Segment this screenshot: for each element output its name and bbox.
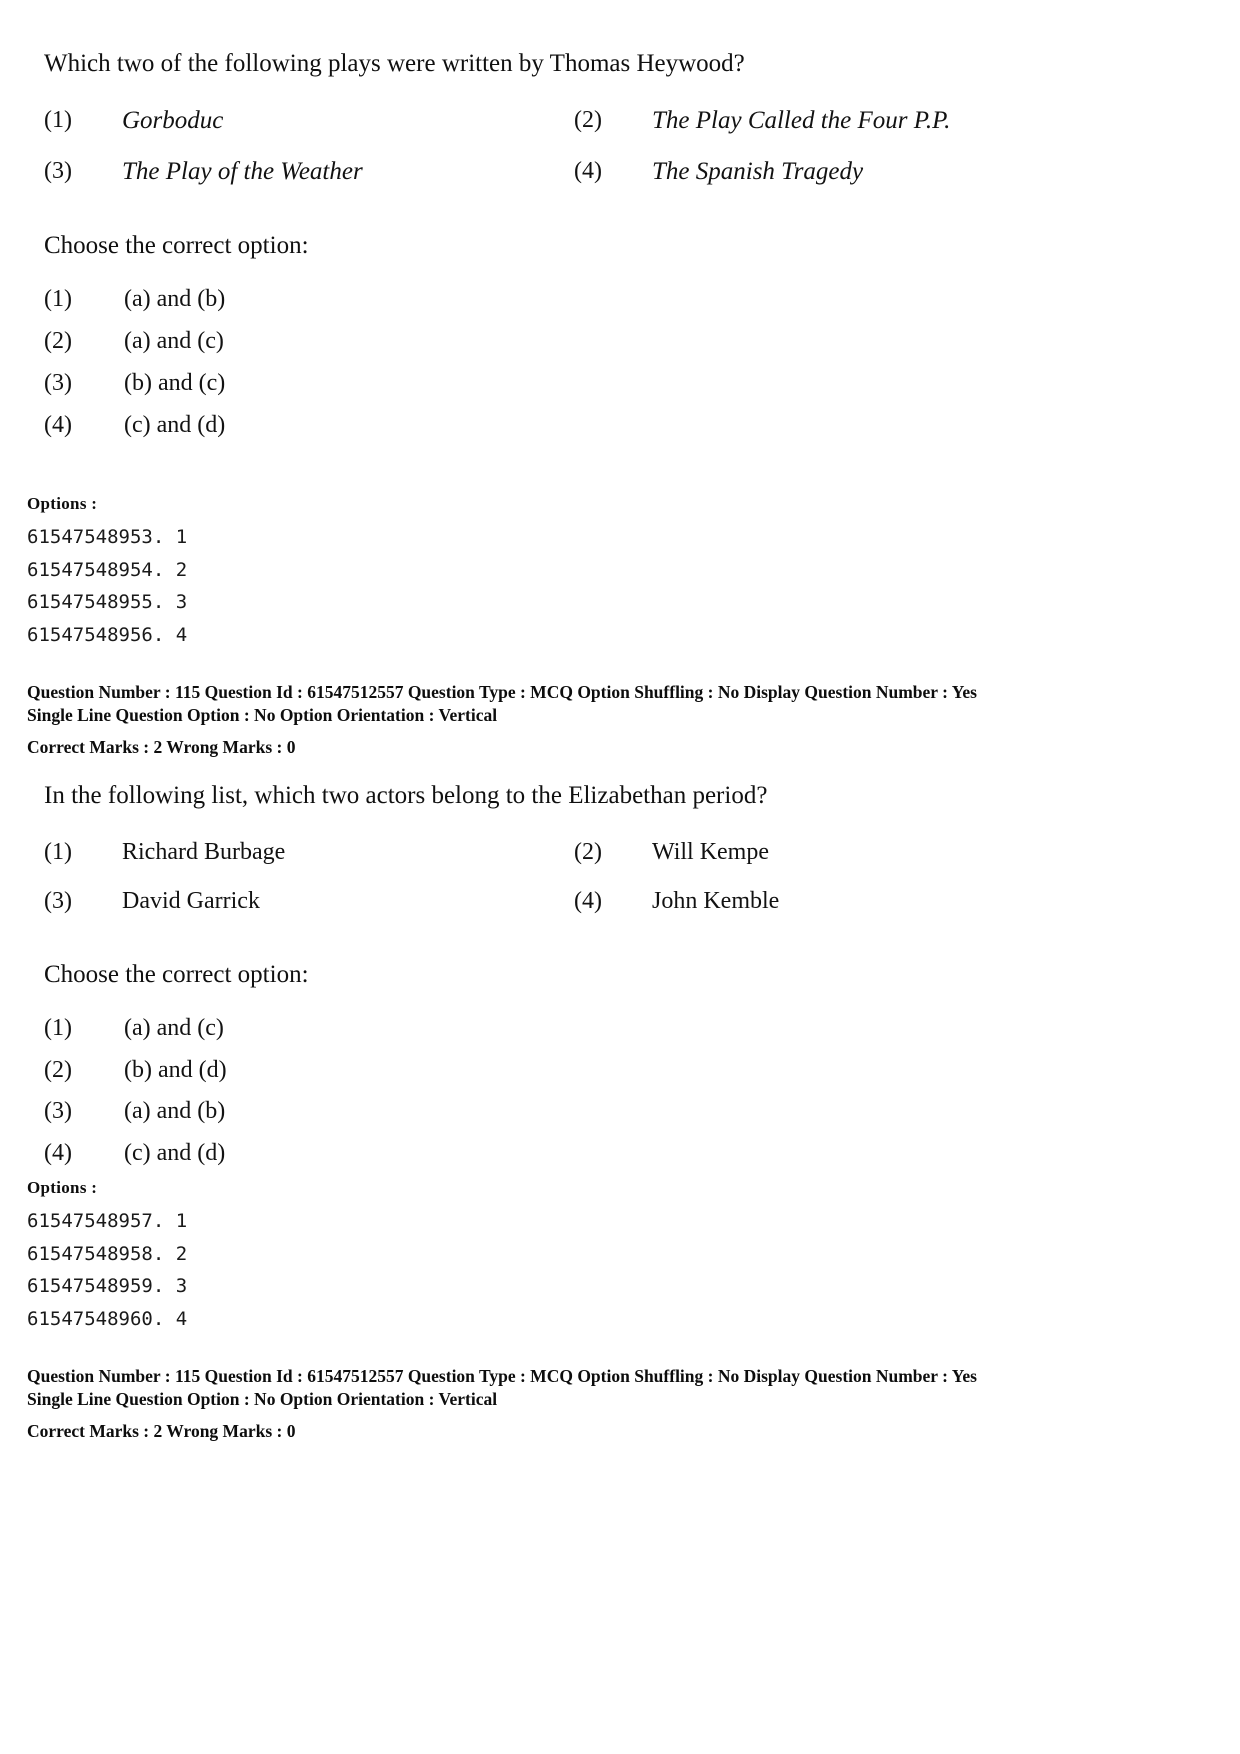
choice-number: (4) <box>574 888 602 915</box>
question-metadata-2: Question Number : 115 Question Id : 6154… <box>0 1365 1240 1443</box>
choice-item[interactable]: (4) John Kemble <box>574 881 1104 922</box>
metadata-line-1: Question Number : 115 Question Id : 6154… <box>27 1366 977 1386</box>
choice-item[interactable]: (2) Will Kempe <box>574 832 1104 873</box>
question-metadata-1: Question Number : 115 Question Id : 6154… <box>0 681 1240 759</box>
choice-label: The Spanish Tragedy <box>652 157 864 185</box>
question-choices-grid: (1) Gorboduc (2) The Play Called the Fou… <box>44 100 1104 193</box>
answer-options-list: (1) (a) and (b) (2) (a) and (c) (3) (b) … <box>44 279 1240 445</box>
choice-label: The Play of the Weather <box>122 157 363 185</box>
choose-option-prompt: Choose the correct option: <box>44 960 309 988</box>
answer-option-item[interactable]: (1) (a) and (b) <box>44 279 464 320</box>
option-id-item: 61547548954. 2 <box>27 558 188 581</box>
option-id-item: 61547548956. 4 <box>27 624 188 647</box>
metadata-line-3: Correct Marks : 2 Wrong Marks : 0 <box>27 1421 296 1442</box>
answer-option-number: (4) <box>44 1140 72 1167</box>
options-label: Options : <box>27 1178 98 1197</box>
option-id-item: 61547548957. 1 <box>27 1210 188 1232</box>
choice-number: (2) <box>574 839 602 866</box>
answer-options-list: (1) (a) and (c) (2) (b) and (d) (3) (a) … <box>44 1008 1240 1174</box>
answer-option-number: (2) <box>44 328 72 355</box>
answer-option-number: (1) <box>44 286 72 313</box>
choice-label: John Kemble <box>652 888 780 915</box>
choice-item[interactable]: (4) The Spanish Tragedy <box>574 151 1104 194</box>
question-block-2: In the following list, which two actors … <box>0 780 1240 1174</box>
answer-option-label: (c) and (d) <box>124 1140 226 1167</box>
answer-option-label: (a) and (c) <box>124 328 224 355</box>
answer-option-label: (b) and (c) <box>124 369 226 396</box>
choice-number: (4) <box>574 157 602 184</box>
options-id-block-2: Options : 61547548957. 1 61547548958. 2 … <box>0 1178 1240 1336</box>
answer-option-number: (3) <box>44 369 72 396</box>
choice-label: Will Kempe <box>652 839 769 866</box>
answer-option-label: (a) and (b) <box>124 1098 226 1125</box>
answer-option-item[interactable]: (2) (a) and (c) <box>44 321 464 362</box>
choices-row: (1) Gorboduc (2) The Play Called the Fou… <box>44 100 1104 143</box>
metadata-line-2: Single Line Question Option : No Option … <box>27 705 498 726</box>
choices-row: (3) The Play of the Weather (4) The Span… <box>44 151 1104 194</box>
choice-number: (3) <box>44 157 72 184</box>
choice-item[interactable]: (3) The Play of the Weather <box>44 151 574 194</box>
answer-option-label: (c) and (d) <box>124 411 226 438</box>
choices-row: (1) Richard Burbage (2) Will Kempe <box>44 832 1104 873</box>
choice-item[interactable]: (1) Richard Burbage <box>44 832 574 873</box>
choice-item[interactable]: (1) Gorboduc <box>44 100 574 143</box>
choice-number: (3) <box>44 888 72 915</box>
choice-number: (1) <box>44 107 72 134</box>
option-id-item: 61547548955. 3 <box>27 591 188 614</box>
answer-option-number: (3) <box>44 1098 72 1125</box>
option-id-item: 61547548959. 3 <box>27 1275 188 1298</box>
answer-option-number: (2) <box>44 1056 72 1083</box>
choice-number: (1) <box>44 839 72 866</box>
option-id-list: 61547548957. 1 61547548958. 2 6154754895… <box>27 1205 1240 1336</box>
option-id-item: 61547548953. 1 <box>27 526 188 548</box>
option-id-item: 61547548960. 4 <box>27 1308 188 1331</box>
choices-row: (3) David Garrick (4) John Kemble <box>44 881 1104 922</box>
answer-option-label: (b) and (d) <box>124 1056 227 1083</box>
answer-option-item[interactable]: (4) (c) and (d) <box>44 405 464 446</box>
answer-option-item[interactable]: (3) (b) and (c) <box>44 363 464 404</box>
options-label: Options : <box>27 494 98 513</box>
choice-label: Richard Burbage <box>122 839 286 866</box>
metadata-line-2: Single Line Question Option : No Option … <box>27 1389 498 1410</box>
metadata-line-1: Question Number : 115 Question Id : 6154… <box>27 682 977 702</box>
metadata-spacer <box>27 727 1157 736</box>
choice-number: (2) <box>574 107 602 134</box>
answer-option-item[interactable]: (3) (a) and (b) <box>44 1091 464 1132</box>
metadata-spacer <box>27 1411 1157 1420</box>
answer-option-label: (a) and (b) <box>124 286 226 313</box>
metadata-line-3: Correct Marks : 2 Wrong Marks : 0 <box>27 737 296 758</box>
answer-option-label: (a) and (c) <box>124 1014 224 1041</box>
choice-label: The Play Called the Four P.P. <box>652 107 951 135</box>
choice-label: Gorboduc <box>122 107 224 135</box>
options-id-block-1: Options : 61547548953. 1 61547548954. 2 … <box>0 494 1240 652</box>
answer-option-number: (4) <box>44 411 72 438</box>
question-block-1: Which two of the following plays were wr… <box>0 48 1240 445</box>
answer-option-number: (1) <box>44 1014 72 1041</box>
answer-option-item[interactable]: (4) (c) and (d) <box>44 1133 464 1174</box>
answer-option-item[interactable]: (1) (a) and (c) <box>44 1008 464 1049</box>
question-stem: In the following list, which two actors … <box>44 782 768 809</box>
exam-page: Which two of the following plays were wr… <box>0 0 1240 1754</box>
option-id-list: 61547548953. 1 61547548954. 2 6154754895… <box>27 521 1240 652</box>
choice-item[interactable]: (2) The Play Called the Four P.P. <box>574 100 1104 143</box>
answer-option-item[interactable]: (2) (b) and (d) <box>44 1050 464 1091</box>
option-id-item: 61547548958. 2 <box>27 1242 188 1265</box>
question-choices-grid: (1) Richard Burbage (2) Will Kempe (3) D… <box>44 832 1104 922</box>
choice-label: David Garrick <box>122 888 260 915</box>
choice-item[interactable]: (3) David Garrick <box>44 881 574 922</box>
choose-option-prompt: Choose the correct option: <box>44 232 309 260</box>
question-stem: Which two of the following plays were wr… <box>44 50 745 77</box>
